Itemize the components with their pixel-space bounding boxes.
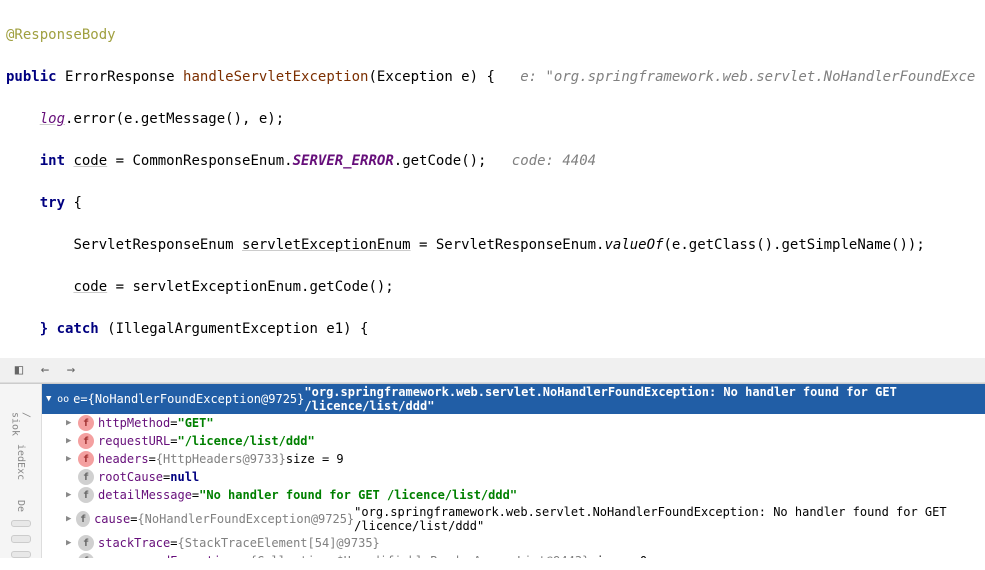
var-row-rootcause[interactable]: f rootCause = null — [42, 468, 985, 486]
chevron-right-icon[interactable]: ▶ — [66, 514, 76, 524]
code-line-code-assign: code = servletExceptionEnum.getCode(); — [6, 277, 979, 298]
chevron-down-icon[interactable]: ▼ — [46, 394, 57, 404]
chevron-right-icon[interactable]: ▶ — [66, 454, 78, 464]
gutter-button-3[interactable] — [11, 551, 31, 558]
chevron-right-icon[interactable]: ▶ — [66, 538, 78, 548]
code-line-try: try { — [6, 193, 979, 214]
code-line-servlet-enum: ServletResponseEnum servletExceptionEnum… — [6, 235, 979, 256]
var-row-headers[interactable]: ▶ f headers = {HttpHeaders@9733} size = … — [42, 450, 985, 468]
nav-forward-icon[interactable]: → — [62, 361, 80, 379]
debugger-toolbar: ◧ ← → — [0, 358, 985, 383]
gutter-label-2[interactable]: iedExc — [15, 444, 26, 480]
variables-panel[interactable]: ▼ oo e = {NoHandlerFoundException@9725} … — [42, 384, 985, 558]
field-icon: f — [78, 451, 94, 467]
field-icon: f — [78, 433, 94, 449]
nav-back-icon[interactable]: ← — [36, 361, 54, 379]
inherited-field-icon: f — [78, 553, 94, 558]
annotation-line: @ResponseBody — [6, 25, 979, 46]
debugger-gutter: / siok iedExc De — [0, 384, 42, 558]
code-editor[interactable]: @ResponseBody public ErrorResponse handl… — [0, 0, 985, 358]
var-row-requesturl[interactable]: ▶ f requestURL = "/licence/list/ddd" — [42, 432, 985, 450]
chevron-right-icon[interactable]: ▶ — [66, 436, 78, 446]
debugger-panel: / siok iedExc De ▼ oo e = {NoHandlerFoun… — [0, 383, 985, 558]
gutter-button-2[interactable] — [11, 535, 31, 542]
code-line-log-error: log.error(e.getMessage(), e); — [6, 109, 979, 130]
inherited-field-icon: f — [78, 487, 94, 503]
chevron-right-icon[interactable]: ▶ — [66, 418, 78, 428]
var-row-cause[interactable]: ▶ f cause = {NoHandlerFoundException@972… — [42, 504, 985, 534]
inherited-field-icon: f — [76, 511, 90, 527]
gutter-label-3[interactable]: De — [15, 500, 26, 512]
restore-layout-icon[interactable]: ◧ — [10, 361, 28, 379]
field-icon: f — [78, 415, 94, 431]
method-signature: public ErrorResponse handleServletExcept… — [6, 67, 979, 88]
chevron-right-icon[interactable]: ▶ — [66, 490, 78, 500]
gutter-button-1[interactable] — [11, 520, 31, 527]
inherited-field-icon: f — [78, 469, 94, 485]
inherited-field-icon: f — [78, 535, 94, 551]
chevron-right-icon[interactable]: ▶ — [66, 556, 78, 558]
code-line-int-code: int code = CommonResponseEnum.SERVER_ERR… — [6, 151, 979, 172]
var-row-detailmessage[interactable]: ▶ f detailMessage = "No handler found fo… — [42, 486, 985, 504]
code-line-catch: } catch (IllegalArgumentException e1) { — [6, 319, 979, 340]
gutter-label-1[interactable]: / siok — [10, 412, 32, 436]
var-row-root[interactable]: ▼ oo e = {NoHandlerFoundException@9725} … — [42, 384, 985, 414]
var-row-stacktrace[interactable]: ▶ f stackTrace = {StackTraceElement[54]@… — [42, 534, 985, 552]
var-row-suppressed[interactable]: ▶ f suppressedExceptions = {Collections$… — [42, 552, 985, 558]
var-row-httpmethod[interactable]: ▶ f httpMethod = "GET" — [42, 414, 985, 432]
